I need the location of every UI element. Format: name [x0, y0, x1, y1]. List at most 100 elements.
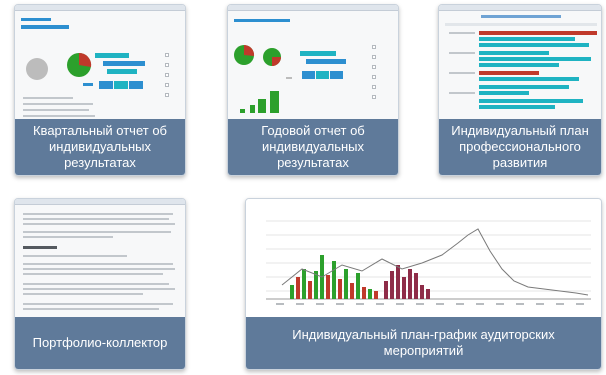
red-pie-slice-2 [272, 57, 281, 66]
legend-square [372, 75, 376, 79]
chart-bar [362, 287, 366, 299]
mini-toolbar [15, 199, 185, 205]
card-portfolio[interactable]: Портфолио-коллектор [14, 198, 186, 370]
gantt-bar [479, 105, 555, 109]
gantt-bar [479, 71, 539, 75]
x-tick-label [416, 303, 424, 305]
text-line [23, 218, 169, 220]
bar-1 [95, 53, 129, 58]
text-line [23, 236, 113, 238]
x-tick-label [556, 303, 564, 305]
small-line [286, 77, 292, 79]
red-pie-slice [79, 52, 92, 67]
chart-bar [426, 289, 430, 299]
chart-bar [308, 281, 312, 299]
legend-square [372, 45, 376, 49]
x-tick-label [336, 303, 344, 305]
card-caption: Годовой отчет об индивидуальных результа… [228, 119, 398, 175]
text-line [23, 109, 89, 111]
chart-bar [296, 277, 300, 299]
legend-square [372, 95, 376, 99]
text-line [23, 288, 175, 290]
block-1 [302, 71, 315, 79]
text-line [23, 223, 175, 225]
block-2 [114, 81, 128, 89]
card-annual-report[interactable]: Годовой отчет об индивидуальных результа… [227, 4, 399, 176]
card-development-plan[interactable]: Индивидуальный план профессионального ра… [438, 4, 602, 176]
red-pie-slice [244, 44, 255, 56]
block-2 [316, 71, 329, 79]
text-line [23, 283, 169, 285]
gantt-bar [479, 37, 575, 41]
small-bar [250, 105, 255, 113]
chart-bar [402, 277, 406, 299]
text-line [23, 293, 143, 295]
x-tick-label [436, 303, 444, 305]
gantt-bar [479, 91, 529, 95]
chart-bar [356, 273, 360, 299]
text-line [23, 255, 127, 257]
audit-schedule-chart [266, 220, 591, 305]
legend-square [165, 93, 169, 97]
legend-square [165, 73, 169, 77]
row-label [449, 72, 475, 74]
x-tick-label [276, 303, 284, 305]
gantt-chart [445, 23, 597, 109]
x-tick-label [376, 303, 384, 305]
chart-bar [350, 283, 354, 299]
card-caption: Индивидуальный план профессионального ра… [439, 119, 601, 175]
chart-bar [332, 261, 336, 299]
bar-1 [300, 51, 336, 56]
x-tick-label [576, 303, 584, 305]
x-tick-label [516, 303, 524, 305]
row-label [449, 32, 475, 34]
x-tick-label [476, 303, 484, 305]
value-label [83, 83, 93, 86]
chart-bar [302, 269, 306, 299]
text-line [23, 268, 175, 270]
x-tick-label [496, 303, 504, 305]
legend-square [372, 55, 376, 59]
text-line [23, 213, 173, 215]
chart-bar [408, 269, 412, 299]
text-line [23, 103, 93, 105]
bar-3 [107, 69, 137, 74]
text-line [23, 273, 163, 275]
quarterly-report-charts [26, 52, 145, 89]
small-bar [258, 99, 266, 113]
card-audit-schedule[interactable]: Индивидуальный план-график аудиторских м… [245, 198, 602, 370]
row-label [449, 52, 475, 54]
card-caption: Индивидуальный план-график аудиторских м… [246, 317, 601, 369]
chart-bar [384, 281, 388, 299]
x-tick-label [356, 303, 364, 305]
chart-bar [396, 265, 400, 299]
block-1 [99, 81, 113, 89]
x-tick-marks [276, 303, 584, 305]
chart-bar [420, 285, 424, 299]
chart-bar [390, 271, 394, 299]
gantt-bar [479, 63, 559, 67]
small-bar [270, 91, 279, 113]
chart-bar [414, 273, 418, 299]
gantt-bar [479, 85, 569, 89]
gantt-bar [479, 99, 583, 103]
chart-bar [368, 289, 372, 299]
row-label [449, 92, 475, 94]
text-line [23, 263, 173, 265]
chart-bar [338, 279, 342, 299]
gantt-bar [479, 57, 591, 61]
gantt-bar [479, 51, 549, 55]
card-caption: Квартальный отчет об индивидуальных резу… [15, 119, 185, 175]
x-tick-label [456, 303, 464, 305]
text-line [23, 303, 173, 305]
card-quarterly-report[interactable]: Квартальный отчет об индивидуальных резу… [14, 4, 186, 176]
gray-pie-chart [26, 58, 48, 80]
x-tick-label [536, 303, 544, 305]
legend-square [372, 65, 376, 69]
heading-line [23, 246, 57, 249]
block-3 [129, 81, 143, 89]
text-line [23, 308, 159, 310]
legend-square [165, 83, 169, 87]
text-line [23, 231, 171, 233]
gantt-header [445, 23, 597, 26]
